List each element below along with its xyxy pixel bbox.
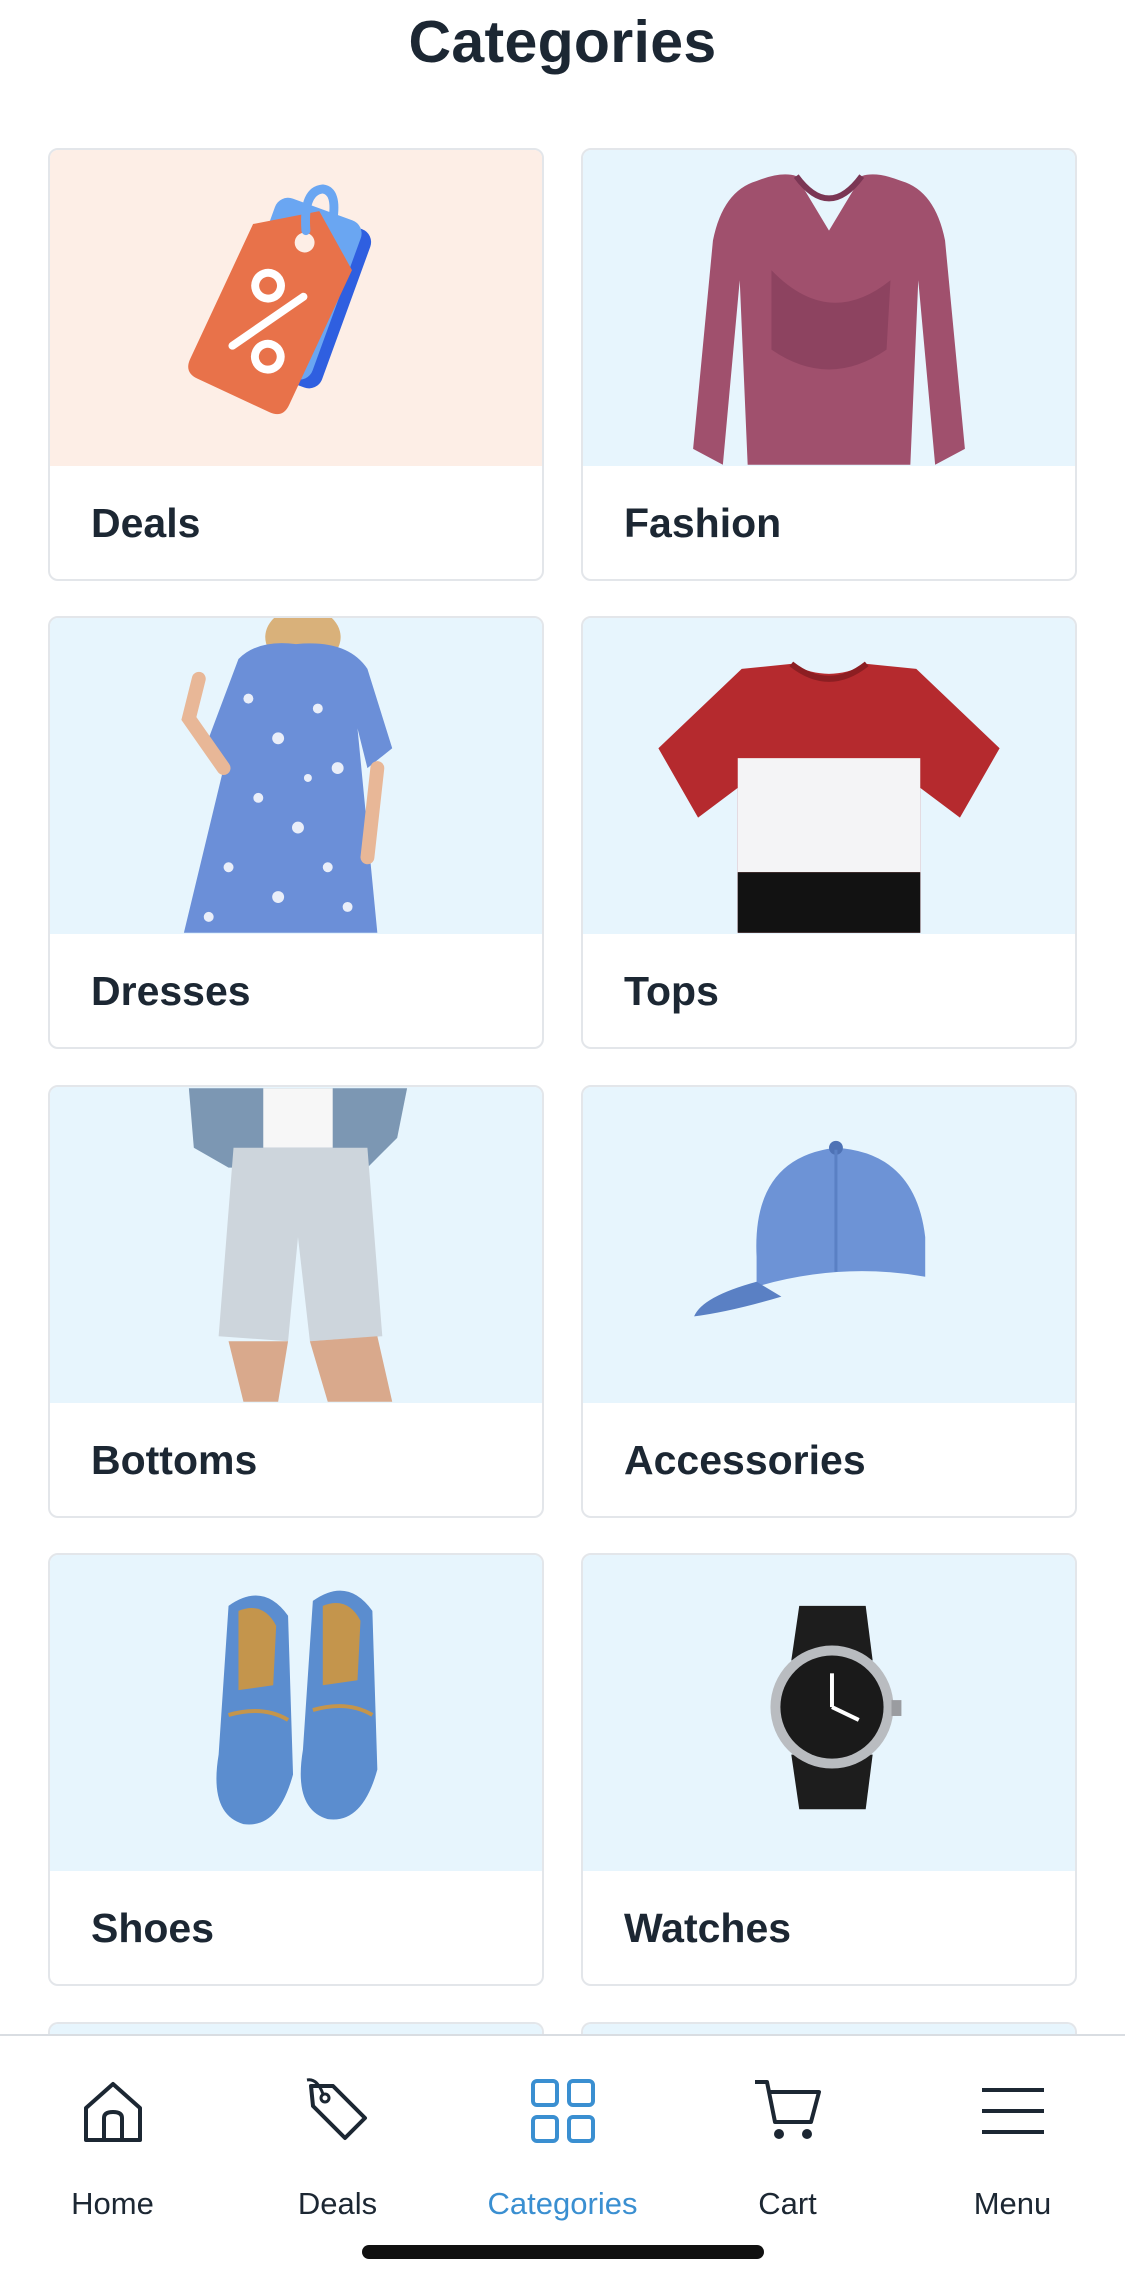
- deals-tag-image: [50, 150, 542, 466]
- tops-image: [583, 618, 1075, 934]
- category-label: Fashion: [624, 500, 782, 546]
- shoes-image: [50, 1555, 542, 1871]
- tab-label: Menu: [973, 2186, 1052, 2221]
- home-icon: [84, 2082, 142, 2142]
- category-card-bottoms[interactable]: Bottoms: [48, 1085, 544, 1518]
- tab-label: Home: [71, 2186, 154, 2221]
- category-card-deals[interactable]: Deals: [48, 148, 544, 581]
- category-label: Deals: [91, 500, 201, 546]
- category-label: Tops: [624, 968, 719, 1014]
- tab-deals[interactable]: Deals: [225, 2036, 450, 2236]
- cart-icon: [755, 2080, 821, 2139]
- grid-icon: [531, 2079, 595, 2143]
- dresses-image: [50, 618, 542, 934]
- category-card-fashion[interactable]: Fashion: [581, 148, 1077, 581]
- category-card-accessories[interactable]: Accessories: [581, 1085, 1077, 1518]
- tab-home[interactable]: Home: [0, 2036, 225, 2236]
- tab-label: Deals: [297, 2186, 378, 2221]
- category-label: Watches: [624, 1905, 792, 1951]
- accessories-image: [583, 1087, 1075, 1403]
- watches-image: [583, 1555, 1075, 1871]
- category-label: Shoes: [91, 1905, 215, 1951]
- category-label: Dresses: [91, 968, 251, 1014]
- tab-label: Categories: [487, 2186, 638, 2221]
- hamburger-icon: [982, 2088, 1044, 2134]
- page-title: Categories: [408, 9, 717, 75]
- home-indicator: [362, 2245, 764, 2259]
- tab-label: Cart: [758, 2186, 817, 2221]
- tab-categories[interactable]: Categories: [450, 2036, 675, 2236]
- category-card-watches[interactable]: Watches: [581, 1553, 1077, 1986]
- bottoms-image: [50, 1087, 542, 1403]
- category-card-shoes[interactable]: Shoes: [48, 1553, 544, 1986]
- fashion-top-image: [583, 150, 1075, 466]
- category-card-dresses[interactable]: Dresses: [48, 616, 544, 1049]
- tab-cart[interactable]: Cart: [675, 2036, 900, 2236]
- category-label: Accessories: [624, 1437, 866, 1483]
- tag-icon: [306, 2078, 367, 2140]
- tab-menu[interactable]: Menu: [900, 2036, 1125, 2236]
- category-card-tops[interactable]: Tops: [581, 616, 1077, 1049]
- category-label: Bottoms: [91, 1437, 258, 1483]
